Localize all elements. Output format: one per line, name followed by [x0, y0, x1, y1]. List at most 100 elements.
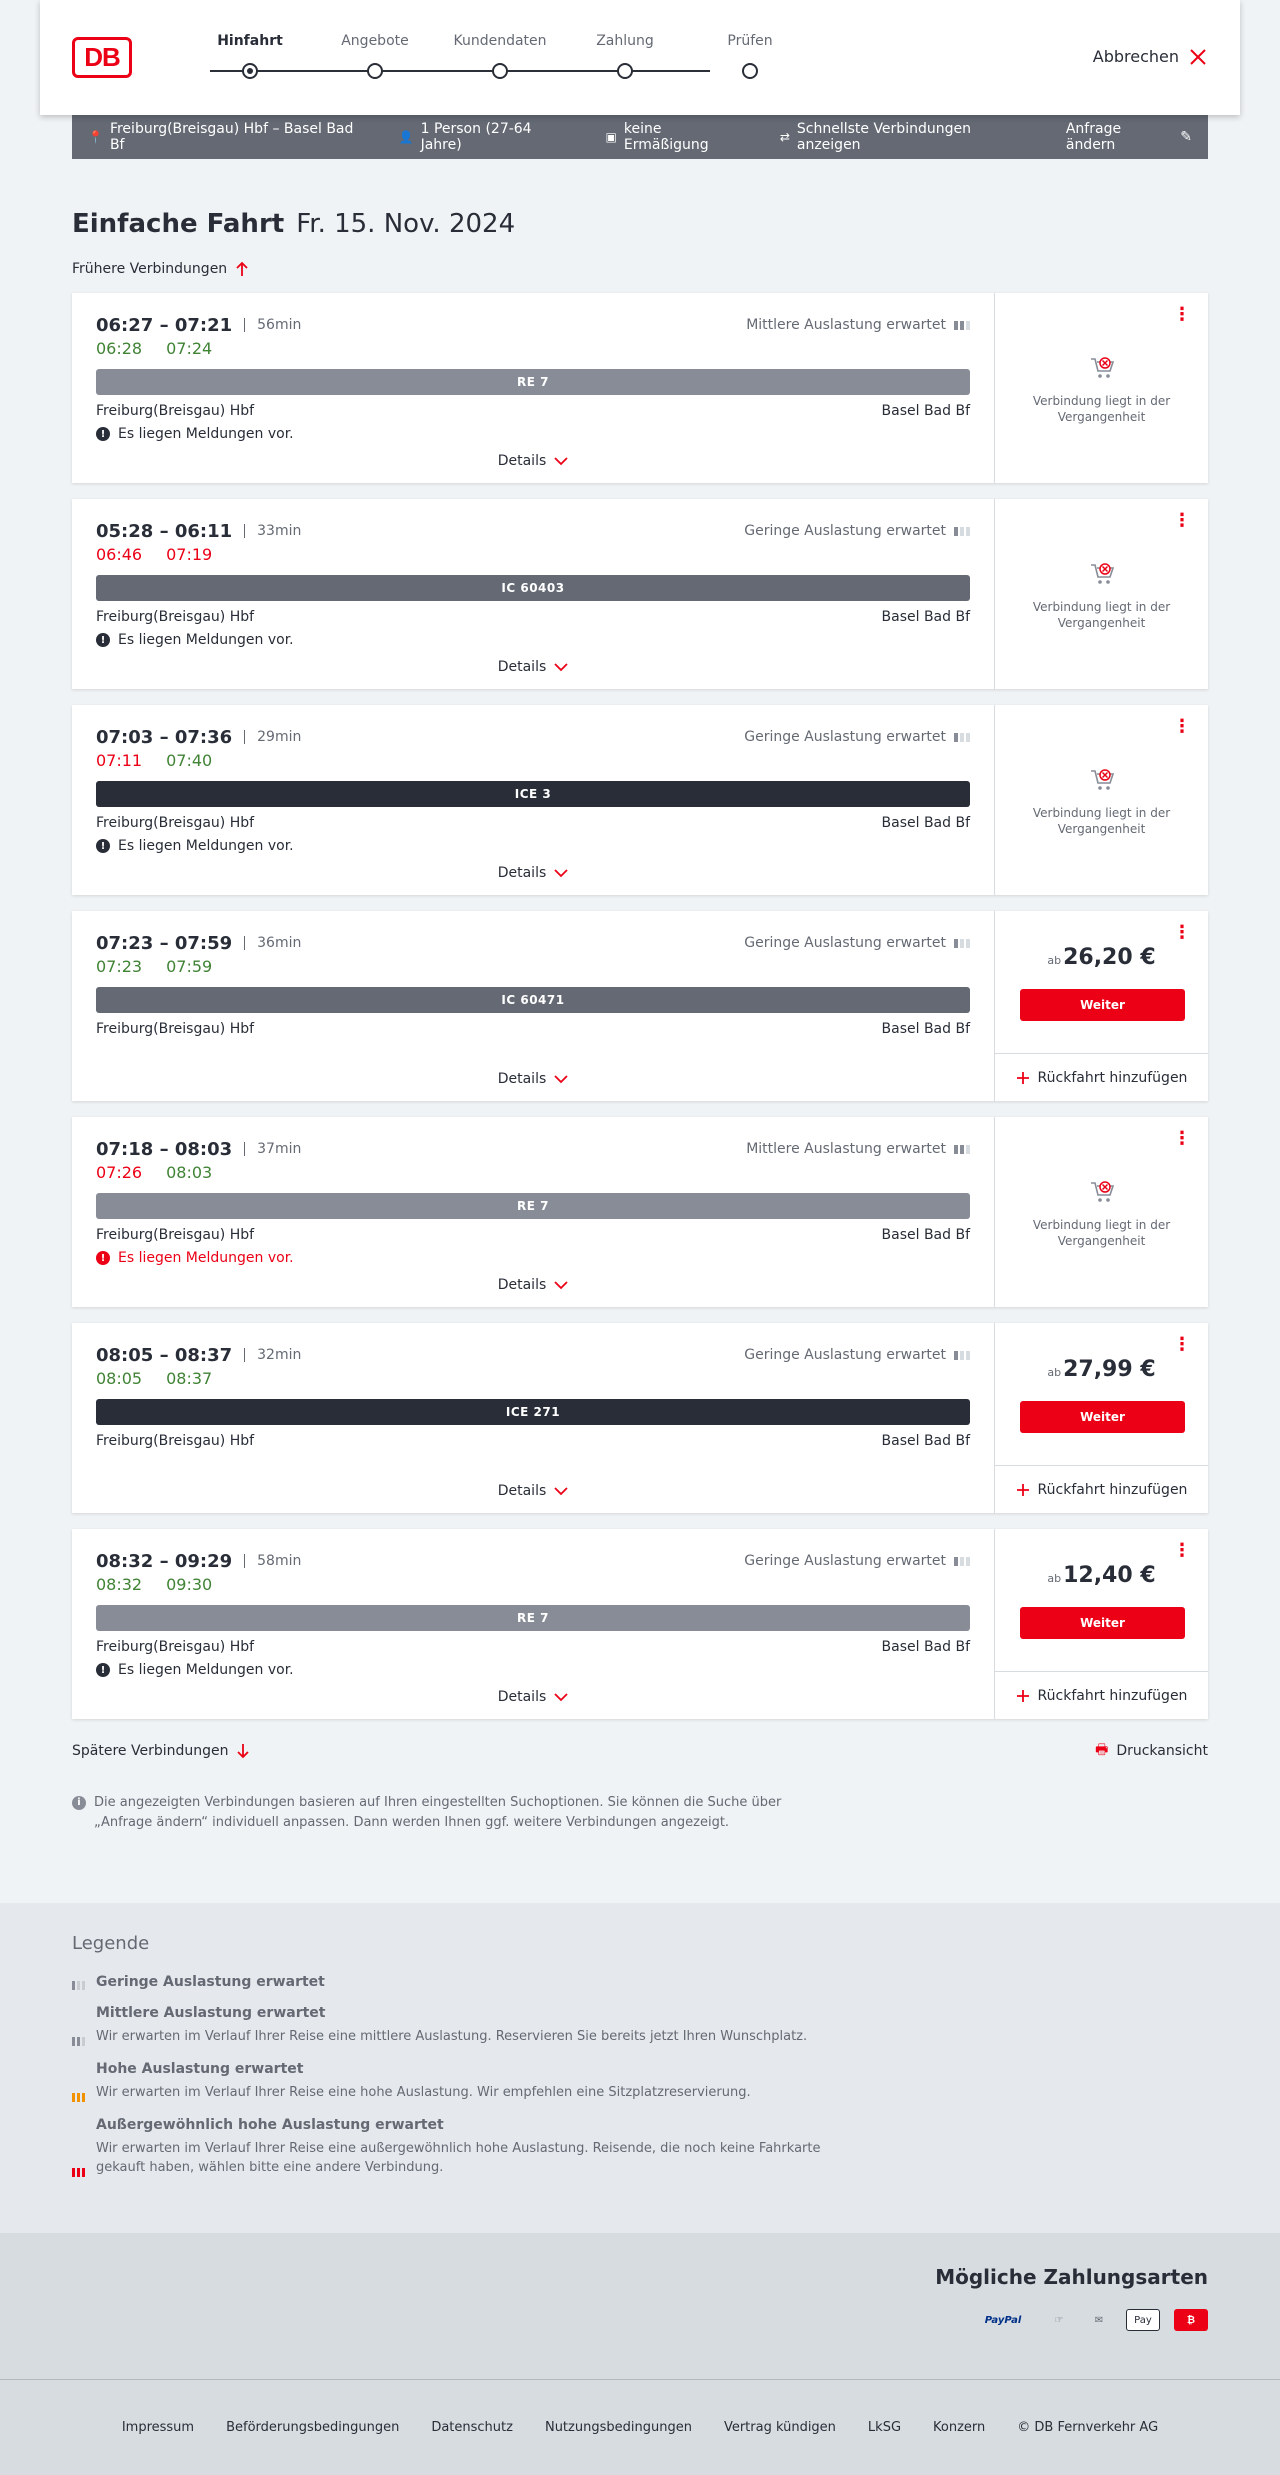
stations-row: Freiburg(Breisgau) Hbf Basel Bad Bf: [96, 403, 970, 419]
load-very-high-icon: [72, 2120, 86, 2177]
cancel-button[interactable]: Abbrechen: [1093, 47, 1207, 66]
db-logo[interactable]: DB: [72, 37, 132, 78]
connection-times-row: 07:18 – 08:03 37min Mittlere Auslastung e…: [96, 1137, 970, 1161]
past-connection-text: Verbindung liegt in der Vergangenheit: [1032, 600, 1171, 630]
train-bar[interactable]: ICE 3: [96, 781, 970, 807]
more-options-icon[interactable]: ⋮: [1173, 1336, 1191, 1354]
step-label: Angebote: [341, 33, 409, 49]
occupancy-icon: [954, 1556, 970, 1566]
more-options-icon[interactable]: ⋮: [1173, 306, 1191, 324]
realtime-departure: 08:05: [96, 1369, 143, 1388]
legend-text: Wir erwarten im Verlauf Ihrer Reise eine…: [96, 2029, 808, 2044]
add-return-trip-button[interactable]: Rückfahrt hinzufügen: [995, 1053, 1208, 1101]
later-label: Spätere Verbindungen: [72, 1743, 229, 1759]
legend-label: Hohe Auslastung erwartet: [96, 2061, 304, 2077]
add-return-trip-button[interactable]: Rückfahrt hinzufügen: [995, 1465, 1208, 1513]
occupancy-icon: [954, 1144, 970, 1154]
fastest-text: Schnellste Verbindungen anzeigen: [796, 121, 971, 153]
step-angebote[interactable]: Angebote: [315, 33, 435, 79]
occupancy-indicator: Geringe Auslastung erwartet: [744, 1347, 970, 1363]
occupancy-indicator: Geringe Auslastung erwartet: [744, 1553, 970, 1569]
footer-link[interactable]: Vertrag kündigen: [724, 2420, 836, 2435]
more-options-icon[interactable]: ⋮: [1173, 1542, 1191, 1560]
arrow-down-icon: [237, 1744, 250, 1759]
footer-link[interactable]: LkSG: [868, 2420, 901, 2435]
more-options-icon[interactable]: ⋮: [1173, 1130, 1191, 1148]
duration: 56min: [244, 318, 301, 332]
step-kundendaten[interactable]: Kundendaten: [440, 33, 560, 79]
footer-link[interactable]: Konzern: [933, 2420, 985, 2435]
train-bar[interactable]: IC 60471: [96, 987, 970, 1013]
notice-message[interactable]: ! Es liegen Meldungen vor.: [96, 426, 970, 442]
arrival-station: Basel Bad Bf: [881, 1021, 970, 1037]
details-toggle[interactable]: Details: [72, 1483, 994, 1499]
more-options-icon[interactable]: ⋮: [1173, 718, 1191, 736]
train-bar[interactable]: ICE 271: [96, 1399, 970, 1425]
search-summary-bar: 📍 Freiburg(Breisgau) Hbf – Basel Bad Bf 👤…: [72, 115, 1208, 159]
more-options-icon[interactable]: ⋮: [1173, 924, 1191, 942]
train-bar[interactable]: RE 7: [96, 1193, 970, 1219]
continue-button[interactable]: Weiter: [1020, 989, 1185, 1021]
offer-panel: ⋮ Verbindung liegt in der Vergangenheit: [995, 293, 1208, 483]
connection-card: 07:03 – 07:36 29min Geringe Auslastung er…: [72, 705, 1208, 895]
notice-message[interactable]: ! Es liegen Meldungen vor.: [96, 1662, 970, 1678]
later-connections-link[interactable]: Spätere Verbindungen: [72, 1739, 250, 1763]
print-view-link[interactable]: 🖶 Druckansicht: [1095, 1739, 1208, 1763]
notice-message[interactable]: ! Es liegen Meldungen vor.: [96, 1250, 970, 1266]
close-icon: [1190, 48, 1206, 65]
legend-title: Legende: [72, 1933, 150, 1954]
step-label: Prüfen: [727, 33, 773, 49]
footer-link[interactable]: Datenschutz: [431, 2420, 513, 2435]
edit-request-button[interactable]: Anfrage ändern ✎: [1066, 121, 1192, 153]
fastest-summary: ⇄ Schnellste Verbindungen anzeigen: [780, 121, 1034, 153]
add-return-trip-button[interactable]: Rückfahrt hinzufügen: [995, 1671, 1208, 1719]
train-bar[interactable]: RE 7: [96, 1605, 970, 1631]
earlier-label: Frühere Verbindungen: [72, 261, 228, 277]
info-text: Die angezeigten Verbindungen basieren au…: [94, 1795, 782, 1830]
occupancy-icon: [954, 938, 970, 948]
duration: 33min: [244, 524, 301, 538]
stations-row: Freiburg(Breisgau) Hbf Basel Bad Bf: [96, 815, 970, 831]
footer-link[interactable]: Beförderungsbedingungen: [226, 2420, 399, 2435]
discount-summary: ▣ keine Ermäßigung: [606, 121, 748, 153]
details-toggle[interactable]: Details: [72, 865, 994, 881]
realtime-departure: 06:46: [96, 545, 143, 564]
details-toggle[interactable]: Details: [72, 1689, 994, 1705]
footer-link[interactable]: Impressum: [122, 2420, 194, 2435]
details-toggle[interactable]: Details: [72, 1071, 994, 1087]
notice-message[interactable]: ! Es liegen Meldungen vor.: [96, 632, 970, 648]
continue-button[interactable]: Weiter: [1020, 1401, 1185, 1433]
connection-times-row: 07:23 – 07:59 36min Geringe Auslastung er…: [96, 931, 970, 955]
details-toggle[interactable]: Details: [72, 1277, 994, 1293]
offer-panel: ⋮ Verbindung liegt in der Vergangenheit: [995, 499, 1208, 689]
price-prefix: ab: [1047, 954, 1062, 967]
notice-text: Es liegen Meldungen vor.: [118, 426, 294, 442]
details-toggle[interactable]: Details: [72, 453, 994, 469]
train-bar[interactable]: IC 60403: [96, 575, 970, 601]
connection-details: 07:18 – 08:03 37min Mittlere Auslastung e…: [72, 1117, 995, 1307]
notice-message[interactable]: ! Es liegen Meldungen vor.: [96, 838, 970, 854]
step-dot: [742, 63, 758, 79]
planned-times: 06:27 – 07:21: [96, 314, 233, 336]
departure-station: Freiburg(Breisgau) Hbf: [96, 815, 255, 831]
discount-text: keine Ermäßigung: [623, 121, 709, 153]
footer-link[interactable]: Nutzungsbedingungen: [545, 2420, 692, 2435]
stations-row: Freiburg(Breisgau) Hbf Basel Bad Bf: [96, 1227, 970, 1243]
occupancy-text: Mittlere Auslastung erwartet: [746, 317, 946, 333]
step-pruefen[interactable]: Prüfen: [690, 33, 810, 79]
step-zahlung[interactable]: Zahlung: [565, 33, 685, 79]
arrival-station: Basel Bad Bf: [881, 1227, 970, 1243]
persons-summary: 👤 1 Person (27-64 Jahre): [399, 121, 574, 153]
train-bar[interactable]: RE 7: [96, 369, 970, 395]
more-options-icon[interactable]: ⋮: [1173, 512, 1191, 530]
details-toggle[interactable]: Details: [72, 659, 994, 675]
realtime-arrival: 08:37: [166, 1369, 213, 1388]
offer-panel: ⋮ ab12,40 € Weiter Rückfahrt hinzufügen: [995, 1529, 1208, 1719]
step-hinfahrt[interactable]: Hinfahrt: [190, 33, 310, 79]
occupancy-icon: [954, 320, 970, 330]
exclamation-icon: !: [96, 427, 110, 441]
train-name: ICE 271: [505, 1405, 561, 1419]
footer-link[interactable]: © DB Fernverkehr AG: [1017, 2420, 1158, 2435]
continue-button[interactable]: Weiter: [1020, 1607, 1185, 1639]
earlier-connections-link[interactable]: Frühere Verbindungen: [72, 261, 1208, 277]
